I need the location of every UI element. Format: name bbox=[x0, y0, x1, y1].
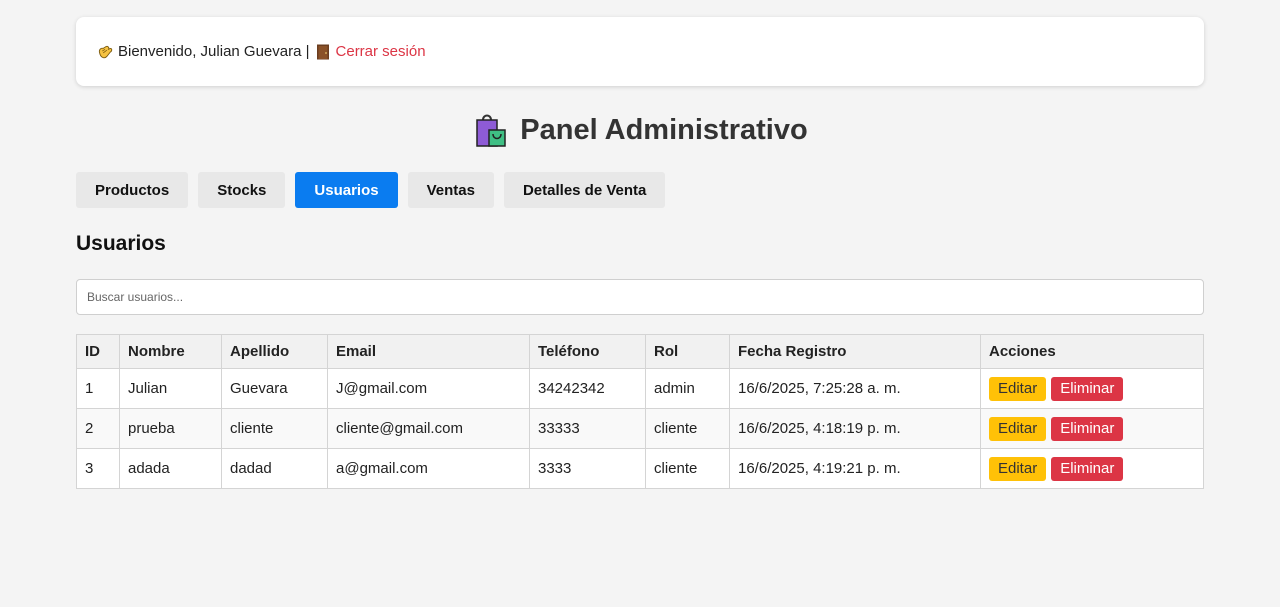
cell-nombre: prueba bbox=[119, 408, 222, 449]
cell-fecha-registro: 16/6/2025, 4:18:19 p. m. bbox=[729, 408, 981, 449]
delete-button[interactable]: Eliminar bbox=[1051, 416, 1124, 441]
column-header-fecha-registro: Fecha Registro bbox=[729, 334, 981, 369]
cell-id: 3 bbox=[76, 448, 120, 489]
cell-rol: cliente bbox=[645, 448, 730, 489]
welcome-bar: Bienvenido, Julian Guevara | Cerrar sesi… bbox=[76, 17, 1204, 86]
table-header-row: ID Nombre Apellido Email Teléfono Rol Fe… bbox=[76, 334, 1204, 369]
welcome-text: Bienvenido, Julian Guevara | bbox=[118, 43, 310, 60]
tab-bar: Productos Stocks Usuarios Ventas Detalle… bbox=[76, 172, 1204, 208]
cell-rol: cliente bbox=[645, 408, 730, 449]
admin-container: Bienvenido, Julian Guevara | Cerrar sesi… bbox=[76, 17, 1204, 489]
cell-acciones: Editar Eliminar bbox=[980, 368, 1204, 409]
column-header-nombre: Nombre bbox=[119, 334, 222, 369]
column-header-id: ID bbox=[76, 334, 120, 369]
edit-button[interactable]: Editar bbox=[989, 376, 1047, 401]
section-title: Usuarios bbox=[76, 232, 166, 255]
cell-apellido: cliente bbox=[221, 408, 328, 449]
column-header-acciones: Acciones bbox=[980, 334, 1204, 369]
cell-telefono: 34242342 bbox=[529, 368, 646, 409]
door-icon bbox=[310, 44, 336, 60]
cell-email: cliente@gmail.com bbox=[327, 408, 530, 449]
tab-detalles-de-venta[interactable]: Detalles de Venta bbox=[503, 172, 666, 208]
edit-button[interactable]: Editar bbox=[989, 416, 1047, 441]
column-header-apellido: Apellido bbox=[221, 334, 328, 369]
table-row: 3 adada dadad a@gmail.com 3333 cliente 1… bbox=[76, 448, 1204, 489]
cell-rol: admin bbox=[645, 368, 730, 409]
edit-button[interactable]: Editar bbox=[989, 456, 1047, 481]
cell-acciones: Editar Eliminar bbox=[980, 408, 1204, 449]
logout-link[interactable]: Cerrar sesión bbox=[336, 43, 426, 60]
cell-email: J@gmail.com bbox=[327, 368, 530, 409]
cell-fecha-registro: 16/6/2025, 4:19:21 p. m. bbox=[729, 448, 981, 489]
cell-acciones: Editar Eliminar bbox=[980, 448, 1204, 489]
cell-apellido: Guevara bbox=[221, 368, 328, 409]
cell-id: 1 bbox=[76, 368, 120, 409]
delete-button[interactable]: Eliminar bbox=[1051, 456, 1124, 481]
tab-productos[interactable]: Productos bbox=[76, 172, 189, 208]
search-input[interactable] bbox=[76, 279, 1204, 315]
waving-hand-icon bbox=[96, 43, 118, 61]
column-header-rol: Rol bbox=[645, 334, 730, 369]
column-header-email: Email bbox=[327, 334, 530, 369]
cell-fecha-registro: 16/6/2025, 7:25:28 a. m. bbox=[729, 368, 981, 409]
cell-telefono: 33333 bbox=[529, 408, 646, 449]
cell-nombre: adada bbox=[119, 448, 222, 489]
table-row: 1 Julian Guevara J@gmail.com 34242342 ad… bbox=[76, 368, 1204, 409]
page-title: Panel Administrativo bbox=[76, 110, 1204, 150]
column-header-telefono: Teléfono bbox=[529, 334, 646, 369]
cell-nombre: Julian bbox=[119, 368, 222, 409]
page-title-text: Panel Administrativo bbox=[520, 113, 808, 146]
tab-ventas[interactable]: Ventas bbox=[407, 172, 494, 208]
tab-stocks[interactable]: Stocks bbox=[198, 172, 286, 208]
table-row: 2 prueba cliente cliente@gmail.com 33333… bbox=[76, 408, 1204, 449]
cell-id: 2 bbox=[76, 408, 120, 449]
cell-telefono: 3333 bbox=[529, 448, 646, 489]
users-table: ID Nombre Apellido Email Teléfono Rol Fe… bbox=[76, 334, 1204, 489]
cell-email: a@gmail.com bbox=[327, 448, 530, 489]
delete-button[interactable]: Eliminar bbox=[1051, 376, 1124, 401]
cell-apellido: dadad bbox=[221, 448, 328, 489]
tab-usuarios[interactable]: Usuarios bbox=[295, 172, 398, 208]
shopping-bags-icon bbox=[472, 112, 520, 148]
